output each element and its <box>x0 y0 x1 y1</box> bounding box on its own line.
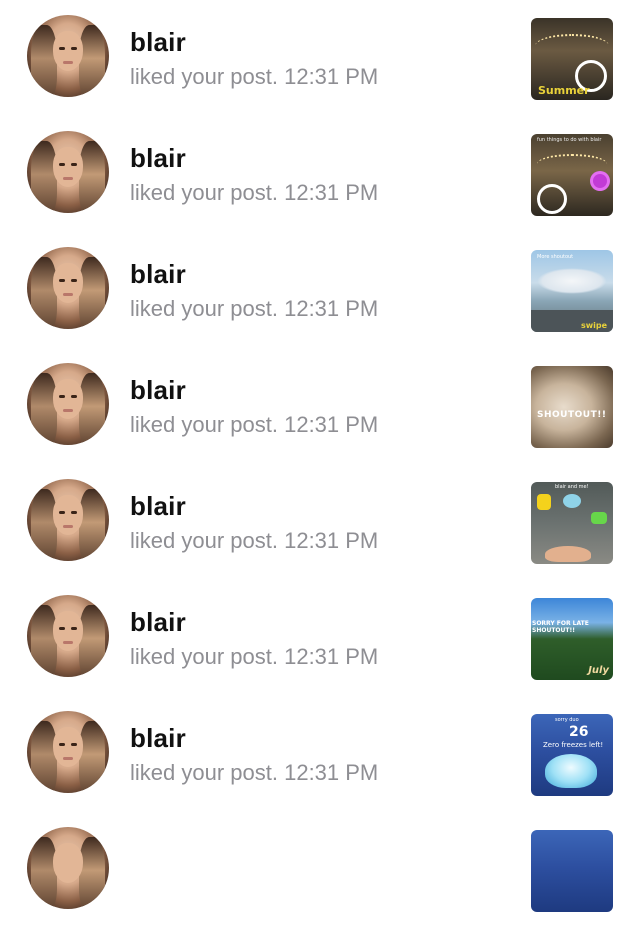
action-text: liked your post. <box>130 760 278 785</box>
notification-row[interactable]: blair liked your post. 12:31 PM fun thin… <box>0 116 640 232</box>
timestamp: 12:31 PM <box>284 64 379 89</box>
notification-text: liked your post. 12:31 PM <box>130 644 378 670</box>
thumbnail-caption: SHOUTOUT!! <box>537 410 607 420</box>
notification-text: liked your post. 12:31 PM <box>130 528 378 554</box>
avatar[interactable] <box>27 479 109 561</box>
timestamp: 12:31 PM <box>284 528 379 553</box>
notification-row[interactable]: blair liked your post. 12:31 PM sorry du… <box>0 696 640 812</box>
username[interactable]: blair <box>130 143 186 174</box>
notification-text: liked your post. 12:31 PM <box>130 412 378 438</box>
post-thumbnail[interactable]: SORRY FOR LATE SHOUTOUT!! July <box>531 598 613 680</box>
avatar[interactable] <box>27 247 109 329</box>
notification-text: liked your post. 12:31 PM <box>130 296 378 322</box>
thumbnail-caption: More shoutout <box>537 254 574 260</box>
notification-text: liked your post. 12:31 PM <box>130 760 378 786</box>
username[interactable]: blair <box>130 491 186 522</box>
avatar[interactable] <box>27 595 109 677</box>
avatar[interactable] <box>27 711 109 793</box>
thumbnail-extra: July <box>588 665 609 676</box>
notification-text: liked your post. 12:31 PM <box>130 64 378 90</box>
action-text: liked your post. <box>130 180 278 205</box>
username[interactable]: blair <box>130 375 186 406</box>
notification-row-partial[interactable] <box>0 812 640 928</box>
post-thumbnail[interactable]: blair and me! <box>531 482 613 564</box>
post-thumbnail[interactable]: SHOUTOUT!! <box>531 366 613 448</box>
thumbnail-caption: Summer <box>538 84 590 97</box>
notification-text: liked your post. 12:31 PM <box>130 180 378 206</box>
action-text: liked your post. <box>130 528 278 553</box>
timestamp: 12:31 PM <box>284 760 379 785</box>
flower-icon <box>593 174 607 188</box>
avatar[interactable] <box>27 131 109 213</box>
notification-row[interactable]: blair liked your post. 12:31 PM Summer <box>0 0 640 116</box>
post-thumbnail[interactable] <box>531 830 613 912</box>
timestamp: 12:31 PM <box>284 180 379 205</box>
thumbnail-top-text: sorry duo <box>555 717 579 723</box>
action-text: liked your post. <box>130 64 278 89</box>
thumbnail-caption: SORRY FOR LATE SHOUTOUT!! <box>532 620 589 634</box>
action-text: liked your post. <box>130 644 278 669</box>
notification-row[interactable]: blair liked your post. 12:31 PM blair an… <box>0 464 640 580</box>
username[interactable]: blair <box>130 259 186 290</box>
notification-row[interactable]: blair liked your post. 12:31 PM More sho… <box>0 232 640 348</box>
avatar[interactable] <box>27 15 109 97</box>
smiley-icon <box>537 184 567 214</box>
thumbnail-extra: swipe <box>580 321 607 330</box>
action-text: liked your post. <box>130 412 278 437</box>
post-thumbnail[interactable]: Summer <box>531 18 613 100</box>
timestamp: 12:31 PM <box>284 296 379 321</box>
thumbnail-caption: Zero freezes left! <box>543 741 604 749</box>
avatar[interactable] <box>27 827 109 909</box>
streak-count: 26 <box>569 724 589 740</box>
username[interactable]: blair <box>130 723 186 754</box>
avatar[interactable] <box>27 363 109 445</box>
notification-row[interactable]: blair liked your post. 12:31 PM SHOUTOUT… <box>0 348 640 464</box>
thumbnail-caption: fun things to do with blair <box>537 137 602 143</box>
action-text: liked your post. <box>130 296 278 321</box>
post-thumbnail[interactable]: sorry duo 26 Zero freezes left! <box>531 714 613 796</box>
thumbnail-caption: blair and me! <box>555 484 589 490</box>
username[interactable]: blair <box>130 27 186 58</box>
ice-icon <box>545 754 597 788</box>
timestamp: 12:31 PM <box>284 412 379 437</box>
username[interactable]: blair <box>130 607 186 638</box>
notification-row[interactable]: blair liked your post. 12:31 PM SORRY FO… <box>0 580 640 696</box>
post-thumbnail[interactable]: fun things to do with blair <box>531 134 613 216</box>
post-thumbnail[interactable]: More shoutout swipe <box>531 250 613 332</box>
timestamp: 12:31 PM <box>284 644 379 669</box>
